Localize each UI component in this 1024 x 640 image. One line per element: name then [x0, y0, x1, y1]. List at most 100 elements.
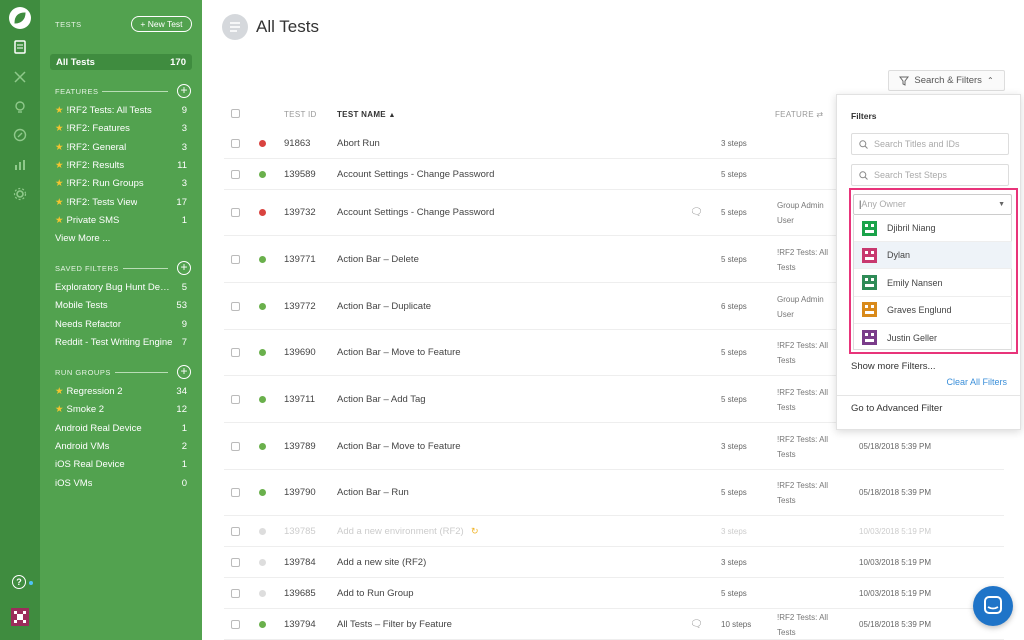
row-checkbox[interactable] [231, 208, 240, 217]
column-feature[interactable]: FEATURE ⇄ [775, 110, 823, 119]
sidebar-item[interactable]: Android VMs 2 [55, 439, 187, 455]
gear-icon[interactable] [10, 184, 30, 204]
table-row[interactable]: 139784 Add a new site (RF2) 3 steps 10/03/2… [224, 547, 1004, 578]
row-checkbox[interactable] [231, 254, 240, 264]
chevron-up-icon: ⌃ [986, 76, 994, 85]
list-icon [222, 14, 248, 40]
add-run-group-button[interactable]: + [177, 365, 191, 379]
test-id: 139685 [284, 587, 316, 599]
test-name[interactable]: Action Bar – Delete [337, 254, 419, 265]
add-feature-button[interactable]: + [177, 84, 191, 98]
feature-label: !RF2 Tests: All Tests [777, 247, 828, 272]
table-row[interactable]: 139790 Action Bar – Run 5 steps !RF2 Tests:… [224, 470, 1004, 516]
row-checkbox[interactable] [231, 394, 240, 404]
row-checkbox[interactable] [231, 526, 240, 536]
test-name[interactable]: Account Settings - Change Password [337, 169, 494, 180]
add-saved-filter-button[interactable]: + [177, 261, 191, 275]
table-row[interactable]: 139794 All Tests – Filter by Feature 🗨 10 s… [224, 609, 1004, 640]
advanced-filter-link[interactable]: Go to Advanced Filter [851, 403, 942, 414]
test-name[interactable]: Action Bar – Run [337, 487, 409, 498]
row-checkbox[interactable] [231, 138, 240, 148]
test-name[interactable]: Action Bar – Move to Feature [337, 441, 461, 452]
owner-option[interactable]: Djibril Niang [854, 215, 1012, 242]
sidebar-item[interactable]: Reddit - Test Writing Engine 7 [55, 335, 187, 351]
sidebar-item[interactable]: Android Real Device 1 [55, 421, 187, 437]
step-count: 3 steps [721, 526, 747, 536]
test-id: 139794 [284, 618, 316, 630]
test-name[interactable]: Add a new site (RF2) [337, 557, 426, 568]
test-name[interactable]: Action Bar – Add Tag [337, 394, 426, 405]
owner-name: Graves Englund [887, 304, 952, 315]
test-name[interactable]: Action Bar – Move to Feature [337, 347, 461, 358]
show-more-filters-link[interactable]: Show more Filters... [851, 361, 935, 372]
sidebar-item-count: 1 [181, 459, 187, 471]
row-checkbox[interactable] [231, 441, 240, 451]
sidebar-item-label: iOS VMs [55, 476, 92, 492]
tests-icon[interactable] [10, 37, 30, 57]
test-id: 139772 [284, 300, 316, 312]
sidebar-item[interactable]: iOS Real Device 1 [55, 457, 187, 473]
table-row[interactable]: 139685 Add to Run Group 5 steps 10/03/2018 … [224, 578, 1004, 609]
row-checkbox[interactable] [231, 557, 240, 567]
row-checkbox[interactable] [231, 348, 240, 357]
lightbulb-icon[interactable] [10, 97, 30, 117]
new-test-button[interactable]: + New Test [131, 16, 192, 32]
test-id: 139732 [284, 207, 316, 218]
owner-option[interactable]: Dylan [854, 242, 1012, 270]
select-all-checkbox[interactable] [231, 109, 240, 118]
owner-option[interactable]: Justin Geller [854, 324, 1012, 351]
clear-all-filters-link[interactable]: Clear All Filters [946, 377, 1007, 387]
search-titles-input[interactable]: Search Titles and IDs [851, 133, 1009, 155]
test-name[interactable]: Add to Run Group [337, 588, 414, 599]
feature-label: !RF2 Tests: All Tests [777, 434, 828, 459]
leaf-logo-icon[interactable] [9, 7, 31, 29]
row-checkbox[interactable] [231, 488, 240, 497]
avatar[interactable] [11, 608, 29, 626]
owner-name: Emily Nansen [887, 277, 943, 288]
search-steps-input[interactable]: Search Test Steps [851, 164, 1009, 186]
chat-launcher-button[interactable] [973, 586, 1013, 626]
sidebar-item[interactable]: ★ !RF2: Results 11 [55, 158, 187, 174]
test-name[interactable]: All Tests – Filter by Feature [337, 619, 452, 630]
sidebar-item[interactable]: ★ !RF2: Tests View 17 [55, 195, 187, 211]
help-icon[interactable]: ? [12, 575, 26, 589]
row-checkbox[interactable] [231, 169, 240, 179]
comment-icon[interactable]: 🗨 [690, 207, 703, 218]
sidebar-item[interactable]: ★ !RF2: Run Groups 3 [55, 176, 187, 192]
test-name[interactable]: Account Settings - Change Password [337, 207, 494, 218]
sidebar-item[interactable]: ★ Private SMS 1 [55, 213, 187, 229]
sidebar-item-count: 34 [176, 386, 187, 397]
all-tests-item[interactable]: All Tests 170 [50, 54, 192, 70]
test-name[interactable]: Action Bar – Duplicate [337, 301, 431, 312]
compass-icon[interactable] [10, 125, 30, 145]
sidebar-item[interactable]: iOS VMs 0 [55, 476, 187, 492]
sidebar-item[interactable]: ★ Smoke 2 12 [55, 402, 187, 418]
sidebar-item[interactable]: ★ Regression 2 34 [55, 384, 187, 400]
owner-select[interactable]: |Any Owner ▼ [853, 194, 1012, 215]
sidebar-item[interactable]: Exploratory Bug Hunt Dem... 5 [55, 280, 187, 296]
search-steps-placeholder: Search Test Steps [874, 170, 947, 180]
column-test-name[interactable]: TEST NAME ▲ [337, 110, 396, 119]
tools-icon[interactable] [10, 67, 30, 87]
row-checkbox[interactable] [231, 588, 240, 598]
row-checkbox[interactable] [231, 301, 240, 311]
sidebar-item[interactable]: ★ !RF2: General 3 [55, 140, 187, 156]
sidebar-item[interactable]: Mobile Tests 53 [55, 298, 187, 314]
view-more-link[interactable]: View More ... [55, 231, 187, 247]
search-filters-button[interactable]: Search & Filters ⌃ [888, 70, 1005, 91]
row-checkbox[interactable] [231, 619, 240, 629]
table-row[interactable]: 139789 Action Bar – Move to Feature 3 step… [224, 423, 1004, 470]
page-title: All Tests [256, 17, 319, 36]
owner-option[interactable]: Emily Nansen [854, 270, 1012, 297]
sidebar-item[interactable]: ★ !RF2 Tests: All Tests 9 [55, 103, 187, 119]
sidebar-item[interactable]: Needs Refactor 9 [55, 317, 187, 333]
comment-icon[interactable]: 🗨 [690, 619, 703, 630]
column-feature-label: FEATURE [775, 110, 814, 119]
owner-option[interactable]: Graves Englund [854, 297, 1012, 324]
table-row[interactable]: 139785 Add a new environment (RF2) ↻ 3 step… [224, 516, 1004, 547]
column-test-id[interactable]: TEST ID [284, 110, 317, 119]
test-name[interactable]: Abort Run [337, 138, 380, 149]
test-name[interactable]: Add a new environment (RF2) [337, 526, 464, 537]
sidebar-item[interactable]: ★ !RF2: Features 3 [55, 121, 187, 137]
chart-icon[interactable] [10, 155, 30, 175]
